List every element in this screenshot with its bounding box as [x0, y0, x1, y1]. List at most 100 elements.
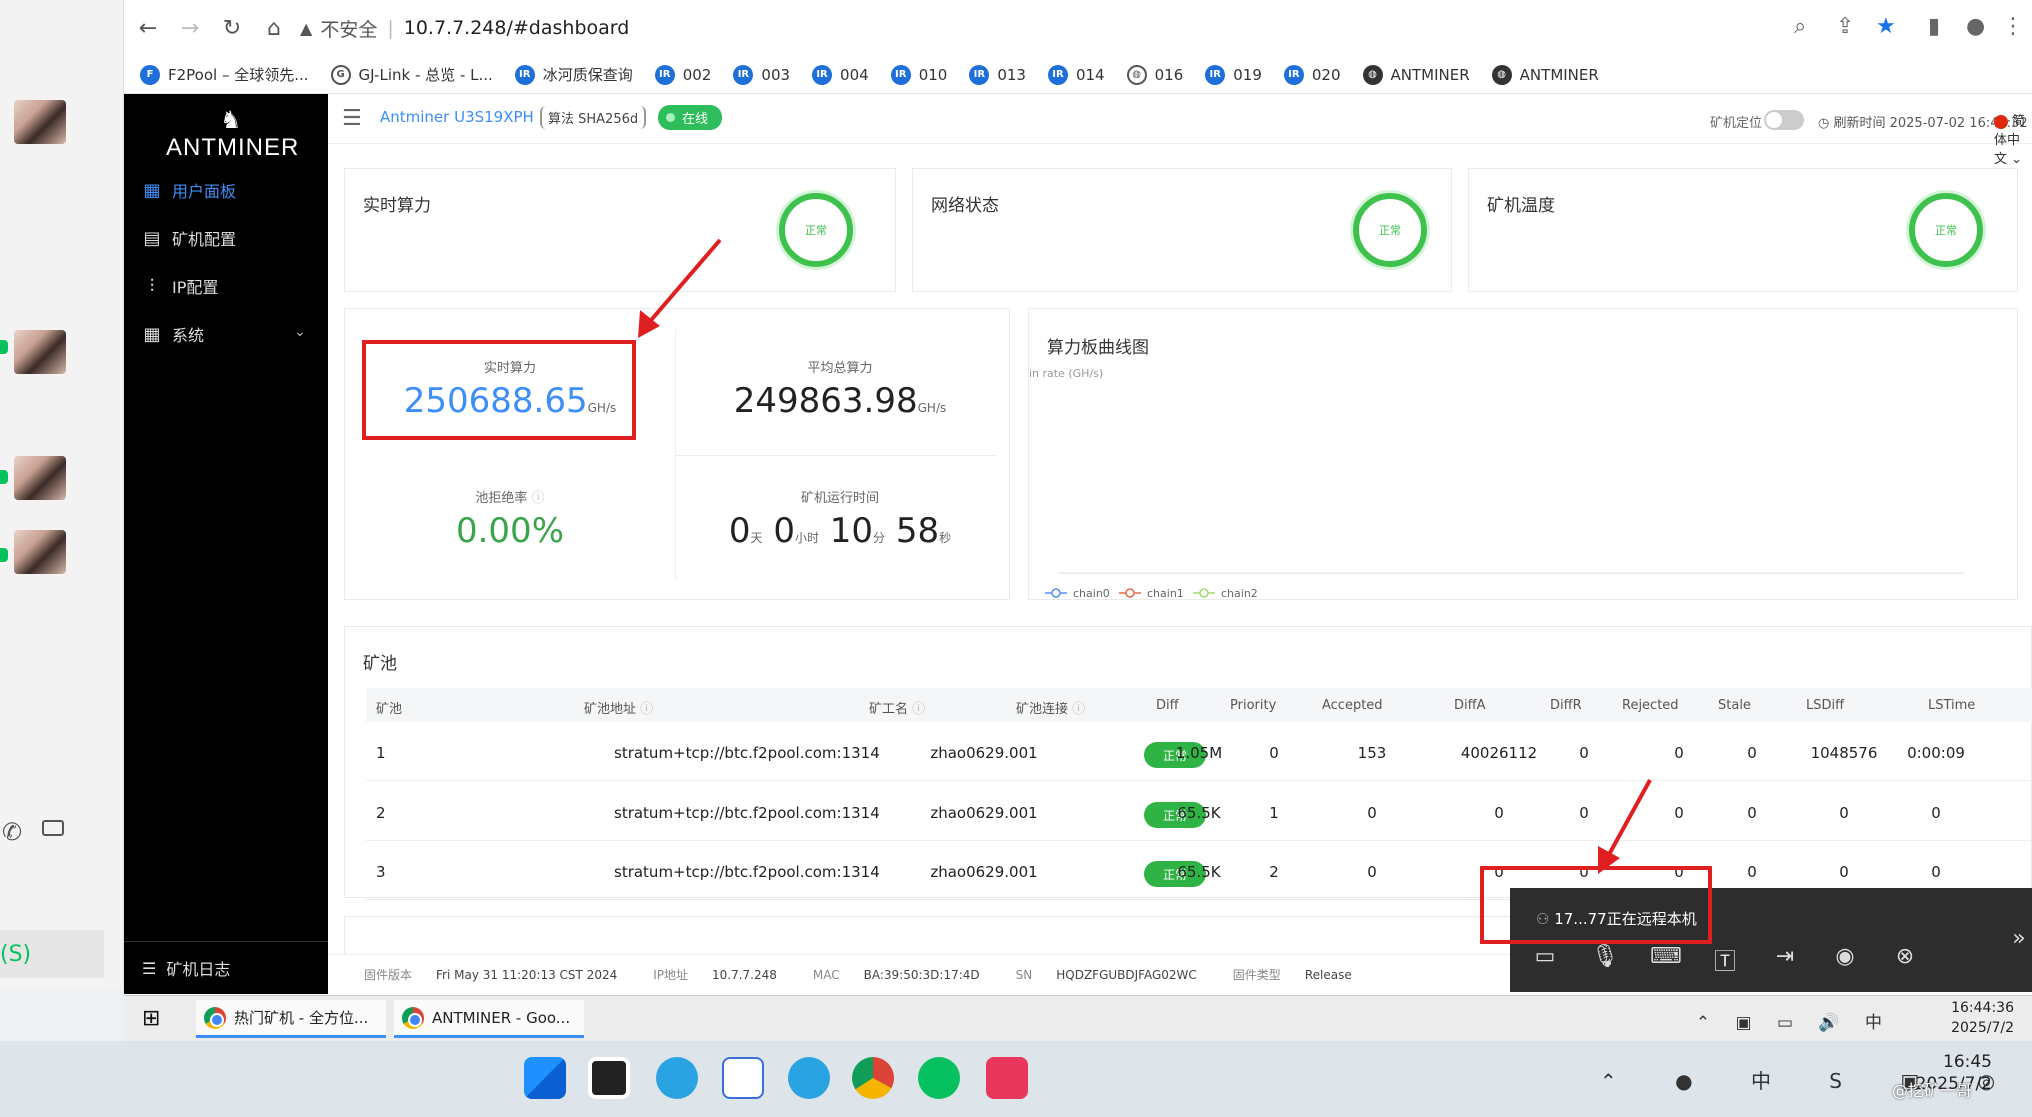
chrome-icon[interactable] [852, 1057, 894, 1099]
table-cell: 3 [376, 863, 386, 881]
telegram-icon[interactable] [788, 1057, 830, 1099]
chrome-icon [402, 1006, 424, 1029]
menu-icon[interactable]: ⋮ [2002, 14, 2024, 39]
avatar[interactable] [14, 530, 66, 574]
task-view-icon[interactable] [588, 1057, 630, 1099]
table-header-row: 矿池 矿池地址 ⓘ 矿工名 ⓘ 矿池连接 ⓘ Diff Priority Acc… [124, 698, 2032, 718]
windows-start-icon[interactable]: ⊞ [142, 1006, 160, 1031]
algorithm-badge: 算法 SHA256d [540, 106, 647, 129]
hamburger-icon[interactable]: ☰ [342, 106, 362, 131]
bookmark[interactable]: IR 019 [1205, 64, 1262, 85]
bookmark[interactable]: IR 003 [733, 64, 790, 85]
zoom-icon[interactable]: ⌕ [1794, 14, 1806, 39]
account-icon[interactable]: ◉ [1830, 944, 1860, 972]
bookmark[interactable]: IR 014 [1047, 64, 1105, 85]
legend-marker [1051, 588, 1061, 598]
share-icon[interactable]: ⇪ [1836, 14, 1854, 39]
status-card-network: 网络状态 正常 [912, 168, 1452, 292]
home-icon[interactable]: ⌂ [256, 10, 292, 46]
table-cell: 65.5K [1177, 863, 1221, 881]
mac-address: MAC BA:39:50:3D:17:4D [812, 967, 980, 982]
avatar[interactable] [14, 456, 66, 500]
locate-toggle[interactable] [1764, 110, 1804, 130]
avatar[interactable] [14, 100, 66, 144]
address-bar[interactable]: ▲ 不安全 | 10.7.7.248/#dashboard [300, 10, 1790, 46]
bookmark[interactable]: ◍ ANTMINER [1491, 64, 1599, 85]
telegram-icon[interactable] [656, 1057, 698, 1099]
phone-icon[interactable]: ✆ [2, 818, 22, 846]
table-cell: 153 [1357, 744, 1387, 762]
info-icon[interactable]: ⓘ [912, 702, 925, 717]
sidepanel-icon[interactable]: ▮ [1928, 14, 1940, 39]
ir-icon: IR [733, 64, 754, 85]
expand-icon[interactable]: » [2004, 926, 2032, 954]
close-icon[interactable]: ⊗ [1890, 944, 1920, 972]
table-cell: 0 [1747, 744, 1757, 762]
profile-icon[interactable]: ● [1966, 14, 1985, 39]
annotation-box [362, 340, 636, 440]
stat-value: 0.00% [455, 511, 564, 551]
url-text[interactable]: 10.7.7.248/#dashboard [404, 17, 630, 39]
tray-icons[interactable]: ⌃ ▣ ▭ 🔊 中 [1696, 1008, 1892, 1033]
keyboard-icon[interactable]: ⌨ [1650, 944, 1682, 972]
language-select[interactable]: 简体中文 ⌄ [1994, 110, 2032, 167]
bookmark[interactable]: F F2Pool – 全球领先... [140, 64, 309, 85]
table-cell: stratum+tcp://btc.f2pool.com:1314 [614, 804, 880, 822]
column-header: Accepted [1322, 698, 1383, 713]
remote-app-icon[interactable] [986, 1057, 1028, 1099]
browser-window: ← → ↻ ⌂ ▲ 不安全 | 10.7.7.248/#dashboard ⌕ … [124, 0, 2032, 995]
status-ring: 正常 [1353, 193, 1427, 267]
chat-icon[interactable]: ▭ [1530, 944, 1560, 972]
sidebar-item-miner-config[interactable]: ▤ 矿机配置 [142, 226, 236, 250]
bookmark[interactable]: IR 010 [890, 64, 947, 85]
bookmark[interactable]: IR 020 [1283, 64, 1341, 85]
bookmark[interactable]: ◍ ANTMINER [1362, 64, 1470, 85]
serial-number: SN HQDZFGUBDJFAG02WC [1015, 967, 1197, 982]
file-transfer-icon[interactable]: ⇥ [1770, 944, 1800, 972]
f2pool-icon: F [140, 64, 160, 85]
chat-label: (S) [0, 930, 104, 978]
video-icon[interactable] [42, 820, 64, 836]
grid-icon: ▦ [143, 179, 161, 201]
status-card-hashrate: 实时算力 正常 [344, 168, 896, 292]
table-cell: 0 [1747, 863, 1757, 881]
bookmark[interactable]: G GJ-Link - 总览 - L... [330, 64, 493, 85]
divider [124, 941, 328, 942]
system-clock[interactable]: 16:44:36 2025/7/2 [1951, 998, 2014, 1038]
unread-marker [0, 548, 8, 562]
sidebar-item-miner-log[interactable]: ☰ 矿机日志 [142, 956, 230, 980]
status-card-temperature: 矿机温度 正常 [1468, 168, 2018, 292]
microphone-icon[interactable]: 🎙 [1590, 944, 1620, 972]
star-icon[interactable]: ★ [1876, 14, 1896, 39]
info-icon[interactable]: ⓘ [1072, 702, 1085, 717]
ir-icon: IR [890, 64, 911, 85]
info-icon[interactable]: ⓘ [532, 491, 545, 506]
avatar[interactable] [14, 330, 66, 374]
row-divider [366, 780, 2032, 781]
taskbar-app[interactable]: ANTMINER - Goo... [394, 1000, 584, 1038]
sidebar-item-ip-config[interactable]: ⫶ IP配置 [142, 274, 219, 298]
table-cell: 0 [1367, 863, 1377, 881]
forward-icon[interactable]: → [172, 10, 208, 46]
sidebar-item-system[interactable]: ▦ 系统 [142, 322, 204, 346]
table-cell: zhao0629.001 [930, 744, 1038, 762]
bookmark[interactable]: IR 013 [969, 64, 1026, 85]
card-title: 矿池 [363, 654, 397, 674]
windows-start-icon[interactable] [524, 1057, 566, 1099]
table-cell: 0 [1839, 863, 1849, 881]
legend-marker [1199, 588, 1209, 598]
bookmark[interactable]: IR 002 [654, 64, 711, 85]
back-icon[interactable]: ← [130, 10, 166, 46]
reload-icon[interactable]: ↻ [214, 10, 250, 46]
info-icon[interactable]: ⓘ [640, 702, 653, 717]
mail-icon[interactable] [722, 1057, 764, 1099]
bookmark[interactable]: ◍ 016 [1126, 64, 1183, 85]
text-icon[interactable]: 🅃 [1710, 944, 1740, 975]
bookmark[interactable]: IR 004 [812, 64, 869, 85]
taskbar-app[interactable]: 热门矿机 - 全方位... [196, 1000, 386, 1038]
sidebar-item-dashboard[interactable]: ▦ 用户面板 [142, 178, 236, 202]
ir-icon: IR [1047, 64, 1068, 85]
chevron-down-icon[interactable]: ⌄ [294, 324, 306, 340]
wechat-icon[interactable] [918, 1057, 960, 1099]
bookmark[interactable]: IR 冰河质保查询 [514, 64, 633, 85]
